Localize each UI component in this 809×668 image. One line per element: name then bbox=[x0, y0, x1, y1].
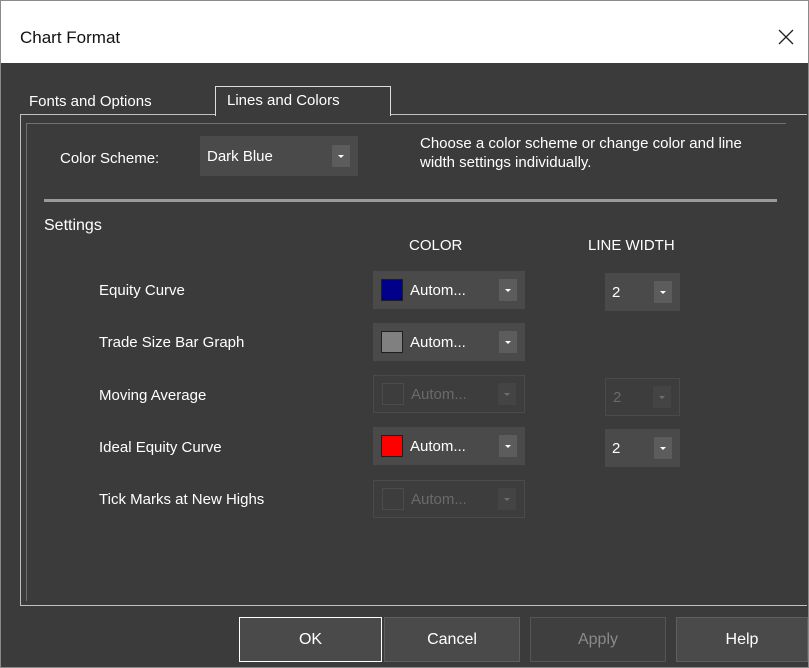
chevron-down-icon bbox=[499, 331, 517, 353]
chevron-down-icon bbox=[332, 145, 350, 167]
divider bbox=[44, 199, 777, 202]
color-scheme-dropdown[interactable]: Dark Blue bbox=[200, 136, 358, 176]
ideal-equity-curve-color-dropdown[interactable]: Autom... bbox=[373, 427, 525, 465]
tab-panel-inner bbox=[26, 123, 786, 601]
chevron-down-icon bbox=[654, 437, 672, 459]
equity-curve-label: Equity Curve bbox=[99, 282, 185, 299]
ideal-equity-color-value: Autom... bbox=[410, 437, 466, 455]
moving-average-label: Moving Average bbox=[99, 387, 207, 404]
line-width-column-header: LINE WIDTH bbox=[588, 237, 675, 254]
equity-curve-color-value: Autom... bbox=[410, 281, 466, 299]
moving-average-color-dropdown: Autom... bbox=[373, 375, 525, 413]
trade-size-bar-graph-label: Trade Size Bar Graph bbox=[99, 334, 245, 351]
color-column-header: COLOR bbox=[409, 237, 463, 254]
help-button[interactable]: Help bbox=[676, 617, 808, 662]
moving-average-width-value: 2 bbox=[613, 388, 622, 406]
color-scheme-value: Dark Blue bbox=[207, 147, 273, 165]
moving-average-color-value: Autom... bbox=[411, 385, 467, 403]
color-swatch bbox=[382, 488, 404, 510]
tab-lines-and-colors[interactable]: Lines and Colors bbox=[215, 86, 391, 116]
chevron-down-icon bbox=[499, 435, 517, 457]
dialog-title: Chart Format bbox=[20, 28, 121, 47]
close-icon bbox=[778, 29, 794, 45]
chevron-down-icon bbox=[654, 281, 672, 303]
chart-format-dialog: Chart Format Fonts and Options Lines and… bbox=[0, 0, 809, 668]
color-swatch bbox=[381, 279, 403, 301]
trade-size-bar-graph-color-dropdown[interactable]: Autom... bbox=[373, 323, 525, 361]
title-bar: Chart Format bbox=[1, 1, 808, 63]
color-scheme-label: Color Scheme: bbox=[60, 150, 160, 167]
chevron-down-icon bbox=[499, 279, 517, 301]
color-swatch bbox=[381, 331, 403, 353]
tick-marks-label: Tick Marks at New Highs bbox=[99, 491, 265, 508]
tick-marks-color-value: Autom... bbox=[411, 490, 467, 508]
tick-marks-color-dropdown: Autom... bbox=[373, 480, 525, 518]
chevron-down-icon bbox=[498, 383, 516, 405]
chevron-down-icon bbox=[498, 488, 516, 510]
ok-button[interactable]: OK bbox=[239, 617, 382, 662]
ideal-equity-curve-width-dropdown[interactable]: 2 bbox=[605, 429, 680, 467]
equity-curve-width-dropdown[interactable]: 2 bbox=[605, 273, 680, 311]
chevron-down-icon bbox=[653, 386, 671, 408]
close-button[interactable] bbox=[764, 13, 808, 61]
moving-average-width-dropdown: 2 bbox=[605, 378, 680, 416]
ideal-equity-curve-label: Ideal Equity Curve bbox=[99, 439, 222, 456]
color-swatch bbox=[382, 383, 404, 405]
color-scheme-hint: Choose a color scheme or change color an… bbox=[420, 135, 742, 171]
color-swatch bbox=[381, 435, 403, 457]
equity-curve-width-value: 2 bbox=[612, 283, 621, 301]
settings-heading: Settings bbox=[44, 217, 102, 234]
ideal-equity-width-value: 2 bbox=[612, 439, 621, 457]
trade-size-color-value: Autom... bbox=[410, 333, 466, 351]
equity-curve-color-dropdown[interactable]: Autom... bbox=[373, 271, 525, 309]
cancel-button[interactable]: Cancel bbox=[384, 617, 520, 662]
tab-fonts-and-options[interactable]: Fonts and Options bbox=[21, 89, 160, 115]
apply-button: Apply bbox=[530, 617, 666, 662]
